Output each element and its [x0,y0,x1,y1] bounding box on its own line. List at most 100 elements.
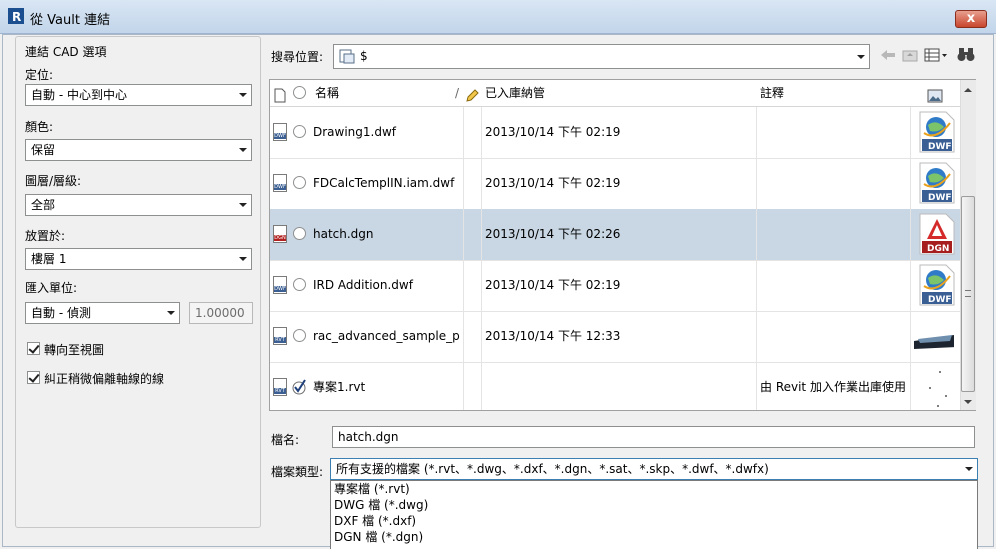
colors-value: 保留 [31,143,56,157]
file-name: hatch.dgn [313,227,374,241]
look-in-value: $ [360,49,368,63]
filename-input[interactable]: hatch.dgn [332,426,975,448]
title-bar [0,0,996,34]
close-button[interactable]: x [955,10,987,28]
checkout-radio[interactable] [293,329,306,342]
dgn-file-icon: DGN [273,225,287,243]
filetype-value: 所有支援的檔案 (*.rvt、*.dwg、*.dxf、*.dgn、*.sat、*… [336,462,769,476]
import-units-select[interactable]: 自動 - 偵測 [25,302,180,324]
table-row[interactable]: DWF IRD Addition.dwf 2013/10/14 下午 02:19 DW… [270,260,960,312]
window-title: 從 Vault 連結 [30,13,111,28]
dwf-file-icon: DWF [273,123,287,141]
checkout-radio[interactable] [293,125,306,138]
header-checked-in-label: 已入庫納管 [485,86,546,100]
dwf-thumbnail-icon: DWF [919,162,955,204]
filetype-option[interactable]: DGN 檔 (*.dgn) [331,529,977,545]
table-row[interactable]: DWF Drawing1.dwf 2013/10/14 下午 02:19 DWF [270,107,960,159]
options-group-title: 連結 CAD 選項 [25,45,107,59]
orient-to-view-label: 轉向至視圖 [44,343,105,357]
table-row[interactable]: RVT 專案1.rvt 由 Revit 加入作業出庫使用 [270,362,960,410]
checked-in-date: 2013/10/14 下午 02:19 [485,125,621,139]
binoculars-search-icon[interactable] [957,46,975,65]
chevron-down-icon [239,203,247,207]
header-name-label: 名稱 [315,86,340,100]
scale-factor-input[interactable]: 1.00000 [189,302,253,324]
chevron-down-icon [857,55,865,59]
filetype-option[interactable]: DXF 檔 (*.dxf) [331,513,977,529]
file-list-table[interactable]: 名稱 / 已入庫納管 註釋 DWF Drawing1.dwf 2013/10/14 … [269,79,976,411]
filename-label: 檔名: [271,433,300,447]
filetype-label: 檔案類型: [271,465,324,479]
svg-text:DWF: DWF [928,142,952,152]
header-thumbnail[interactable] [910,80,961,107]
orient-to-view-checkbox[interactable] [27,342,40,355]
dgn-thumbnail-icon: DGN [916,213,956,255]
file-name: IRD Addition.dwf [313,278,413,292]
file-comment: 由 Revit 加入作業出庫使用 [760,380,906,394]
chevron-down-icon [167,311,175,315]
positioning-value: 自動 - 中心到中心 [31,88,127,102]
filetype-dropdown-list[interactable]: 專案檔 (*.rvt) DWG 檔 (*.dwg) DXF 檔 (*.dxf) … [330,480,978,549]
header-checkout[interactable] [290,80,312,107]
sort-indicator: / [454,86,459,100]
colors-label: 顏色: [25,120,54,134]
checkout-radio[interactable] [293,227,306,240]
rvt-thumbnail-icon [929,371,947,407]
checkout-radio[interactable] [293,278,306,291]
file-comment [760,311,908,362]
header-radio-icon [293,86,306,99]
file-name: Drawing1.dwf [313,125,397,139]
scrollbar-thumb[interactable] [961,196,975,392]
svg-text:R: R [12,10,21,24]
table-row[interactable]: DWF FDCalcTemplIN.iam.dwf 2013/10/14 下午 02… [270,158,960,210]
checkout-radio[interactable] [293,176,306,189]
file-comment [760,260,908,311]
link-cad-options-panel: 連結 CAD 選項 定位: 自動 - 中心到中心 顏色: 保留 圖層/層級: 全… [15,36,261,528]
filetype-select[interactable]: 所有支援的檔案 (*.rvt、*.dwg、*.dxf、*.dgn、*.sat、*… [330,458,978,480]
correct-lines-checkbox[interactable] [27,371,40,384]
revit-app-icon: R [8,8,24,24]
header-comment[interactable]: 註釋 [756,80,915,107]
checked-in-date: 2013/10/14 下午 02:19 [485,176,621,190]
scroll-up-icon[interactable] [964,88,972,92]
svg-text:DWF: DWF [928,295,952,305]
table-row[interactable]: RVT rac_advanced_sample_p... 2013/10/14 下午… [270,311,960,363]
grip-icon [965,290,971,297]
filetype-option[interactable]: DWG 檔 (*.dwg) [331,497,977,513]
header-comment-label: 註釋 [760,86,785,100]
close-icon: x [966,11,976,26]
header-name[interactable]: 名稱 / [311,80,468,107]
filetype-option[interactable]: 專案檔 (*.rvt) [331,481,977,497]
dwf-thumbnail-icon: DWF [919,264,955,306]
back-arrow-icon[interactable] [880,48,896,65]
views-menu-icon[interactable] [924,47,948,66]
rvt-file-icon: RVT [273,378,287,396]
dwf-thumbnail-icon: DWF [919,111,955,153]
checked-in-date [485,362,750,410]
place-at-label: 放置於: [25,229,66,243]
svg-text:DWF: DWF [928,193,952,203]
dwf-file-icon: DWF [273,276,287,294]
checked-in-date: 2013/10/14 下午 12:33 [485,329,621,343]
up-folder-icon[interactable] [902,48,918,65]
look-in-select[interactable]: $ [333,44,870,69]
place-at-select[interactable]: 樓層 1 [25,248,252,270]
chevron-down-icon [239,148,247,152]
chevron-down-icon [239,93,247,97]
positioning-select[interactable]: 自動 - 中心到中心 [25,84,252,106]
header-checked-in[interactable]: 已入庫納管 [463,80,761,107]
look-in-label: 搜尋位置: [271,50,324,64]
header-file-type[interactable] [270,80,291,107]
scroll-down-icon[interactable] [964,400,972,404]
rvt-thumbnail-icon [914,335,954,349]
svg-text:DGN: DGN [927,244,949,254]
table-row[interactable]: DGN hatch.dgn 2013/10/14 下午 02:26 DGN [270,209,960,261]
correct-lines-label: 糾正稍微偏離軸線的線 [44,372,165,386]
colors-select[interactable]: 保留 [25,139,252,161]
layers-value: 全部 [31,198,56,212]
dwf-file-icon: DWF [273,174,287,192]
import-units-value: 自動 - 偵測 [31,306,91,320]
file-name: 專案1.rvt [313,380,366,394]
file-name: rac_advanced_sample_p... [313,329,461,343]
layers-select[interactable]: 全部 [25,194,252,216]
